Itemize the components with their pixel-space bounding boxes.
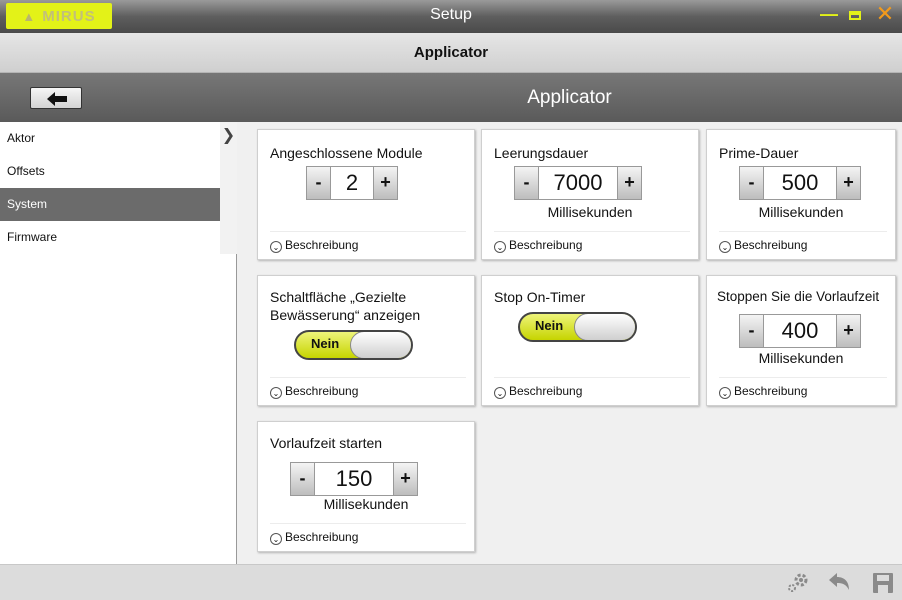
units-label: Millisekunden: [547, 204, 633, 220]
save-icon[interactable]: [872, 572, 894, 599]
description-label: Beschreibung: [734, 238, 808, 252]
footer-toolbar: [0, 564, 902, 600]
undo-icon[interactable]: [828, 573, 850, 598]
sidebar-expand-toggle[interactable]: ❯: [220, 122, 237, 254]
prime-stepper: - 500 +: [739, 166, 861, 200]
sidebar-item-label: System: [7, 197, 48, 211]
chevron-down-icon: ⌄: [270, 241, 282, 253]
section-title: Applicator: [527, 87, 612, 108]
description-toggle[interactable]: ⌄ Beschreibung: [270, 231, 466, 259]
description-label: Beschreibung: [509, 384, 583, 398]
sidebar-item-offsets[interactable]: Offsets: [0, 155, 236, 188]
window-title-bar: ▲ MIRUS Setup — ✕: [0, 0, 902, 33]
chevron-right-icon: ❯: [221, 127, 236, 144]
increment-button[interactable]: +: [373, 167, 397, 199]
description-toggle[interactable]: ⌄ Beschreibung: [270, 377, 466, 405]
description-toggle[interactable]: ⌄ Beschreibung: [719, 377, 887, 405]
description-label: Beschreibung: [509, 238, 583, 252]
description-label: Beschreibung: [285, 238, 359, 252]
maximize-icon[interactable]: [844, 3, 866, 25]
chevron-down-icon: ⌄: [719, 387, 731, 399]
card-connected-modules: Angeschlossene Module - 2 + ⌄ Beschreibun…: [257, 129, 475, 260]
decrement-button[interactable]: -: [740, 167, 764, 199]
stepper-value[interactable]: 2: [331, 167, 373, 199]
chevron-down-icon: ⌄: [719, 241, 731, 253]
drain-stepper: - 7000 +: [514, 166, 642, 200]
stepper-value[interactable]: 7000: [539, 167, 617, 199]
toggle-label: Nein: [535, 318, 564, 333]
card-title: Vorlaufzeit starten: [270, 435, 383, 451]
toggle-label: Nein: [311, 336, 340, 351]
targeted-watering-toggle[interactable]: Nein: [294, 330, 413, 360]
description-toggle[interactable]: ⌄ Beschreibung: [494, 377, 690, 405]
card-title: Angeschlossene Module: [270, 145, 423, 161]
decrement-button[interactable]: -: [291, 463, 315, 495]
start-lead-stepper: - 150 +: [290, 462, 418, 496]
sidebar-item-label: Firmware: [7, 230, 57, 244]
increment-button[interactable]: +: [836, 167, 860, 199]
units-label: Millisekunden: [758, 204, 844, 220]
card-title: Schaltfläche „Gezielte Bewässerung“ anze…: [270, 289, 421, 323]
sidebar-item-label: Aktor: [7, 131, 36, 145]
increment-button[interactable]: +: [836, 315, 860, 347]
card-drain-duration: Leerungsdauer - 7000 + Millisekunden ⌄ Be…: [481, 129, 699, 260]
sidebar-item-label: Offsets: [7, 164, 45, 178]
card-targeted-watering: Schaltfläche „Gezielte Bewässerung“ anze…: [257, 275, 475, 406]
minimize-icon[interactable]: —: [818, 3, 840, 25]
sidebar-item-system[interactable]: System: [0, 188, 234, 221]
description-label: Beschreibung: [285, 530, 359, 544]
chevron-down-icon: ⌄: [270, 533, 282, 545]
section-bar: Applicator: [0, 73, 902, 122]
description-toggle[interactable]: ⌄ Beschreibung: [270, 523, 466, 551]
card-stop-on-timer: Stop On-Timer Nein ⌄ Beschreibung: [481, 275, 699, 406]
back-button[interactable]: [30, 87, 82, 109]
chevron-down-icon: ⌄: [494, 387, 506, 399]
description-label: Beschreibung: [734, 384, 808, 398]
chevron-down-icon: ⌄: [494, 241, 506, 253]
close-icon[interactable]: ✕: [874, 3, 896, 25]
sidebar-item-firmware[interactable]: Firmware: [0, 221, 236, 254]
decrement-button[interactable]: -: [307, 167, 331, 199]
chevron-down-icon: ⌄: [270, 387, 282, 399]
units-label: Millisekunden: [758, 350, 844, 366]
toggle-knob: [574, 314, 635, 340]
modules-stepper: - 2 +: [306, 166, 398, 200]
sidebar: Aktor Offsets System Firmware ❯: [0, 122, 237, 564]
stop-on-timer-toggle[interactable]: Nein: [518, 312, 637, 342]
settings-icon[interactable]: [787, 571, 811, 598]
card-title: Prime-Dauer: [719, 145, 799, 161]
back-arrow-icon: [47, 92, 67, 106]
page-subheader: Applicator: [0, 33, 902, 73]
stepper-value[interactable]: 150: [315, 463, 393, 495]
stepper-value[interactable]: 500: [764, 167, 836, 199]
toggle-knob: [350, 332, 411, 358]
units-label: Millisekunden: [323, 496, 409, 512]
decrement-button[interactable]: -: [740, 315, 764, 347]
window-title: Setup: [430, 6, 472, 23]
description-toggle[interactable]: ⌄ Beschreibung: [719, 231, 887, 259]
card-title: Stop On-Timer: [494, 289, 586, 305]
description-label: Beschreibung: [285, 384, 359, 398]
stepper-value[interactable]: 400: [764, 315, 836, 347]
card-title: Stoppen Sie die Vorlaufzeit: [717, 289, 880, 304]
sidebar-item-aktor[interactable]: Aktor: [0, 122, 236, 155]
card-start-lead-time: Vorlaufzeit starten - 150 + Millisekunde…: [257, 421, 475, 552]
card-stop-lead-time: Stoppen Sie die Vorlaufzeit - 400 + Mill…: [706, 275, 896, 406]
card-title: Leerungsdauer: [494, 145, 589, 161]
increment-button[interactable]: +: [393, 463, 417, 495]
description-toggle[interactable]: ⌄ Beschreibung: [494, 231, 690, 259]
increment-button[interactable]: +: [617, 167, 641, 199]
card-prime-duration: Prime-Dauer - 500 + Millisekunden ⌄ Besch…: [706, 129, 896, 260]
stop-lead-stepper: - 400 +: [739, 314, 861, 348]
decrement-button[interactable]: -: [515, 167, 539, 199]
